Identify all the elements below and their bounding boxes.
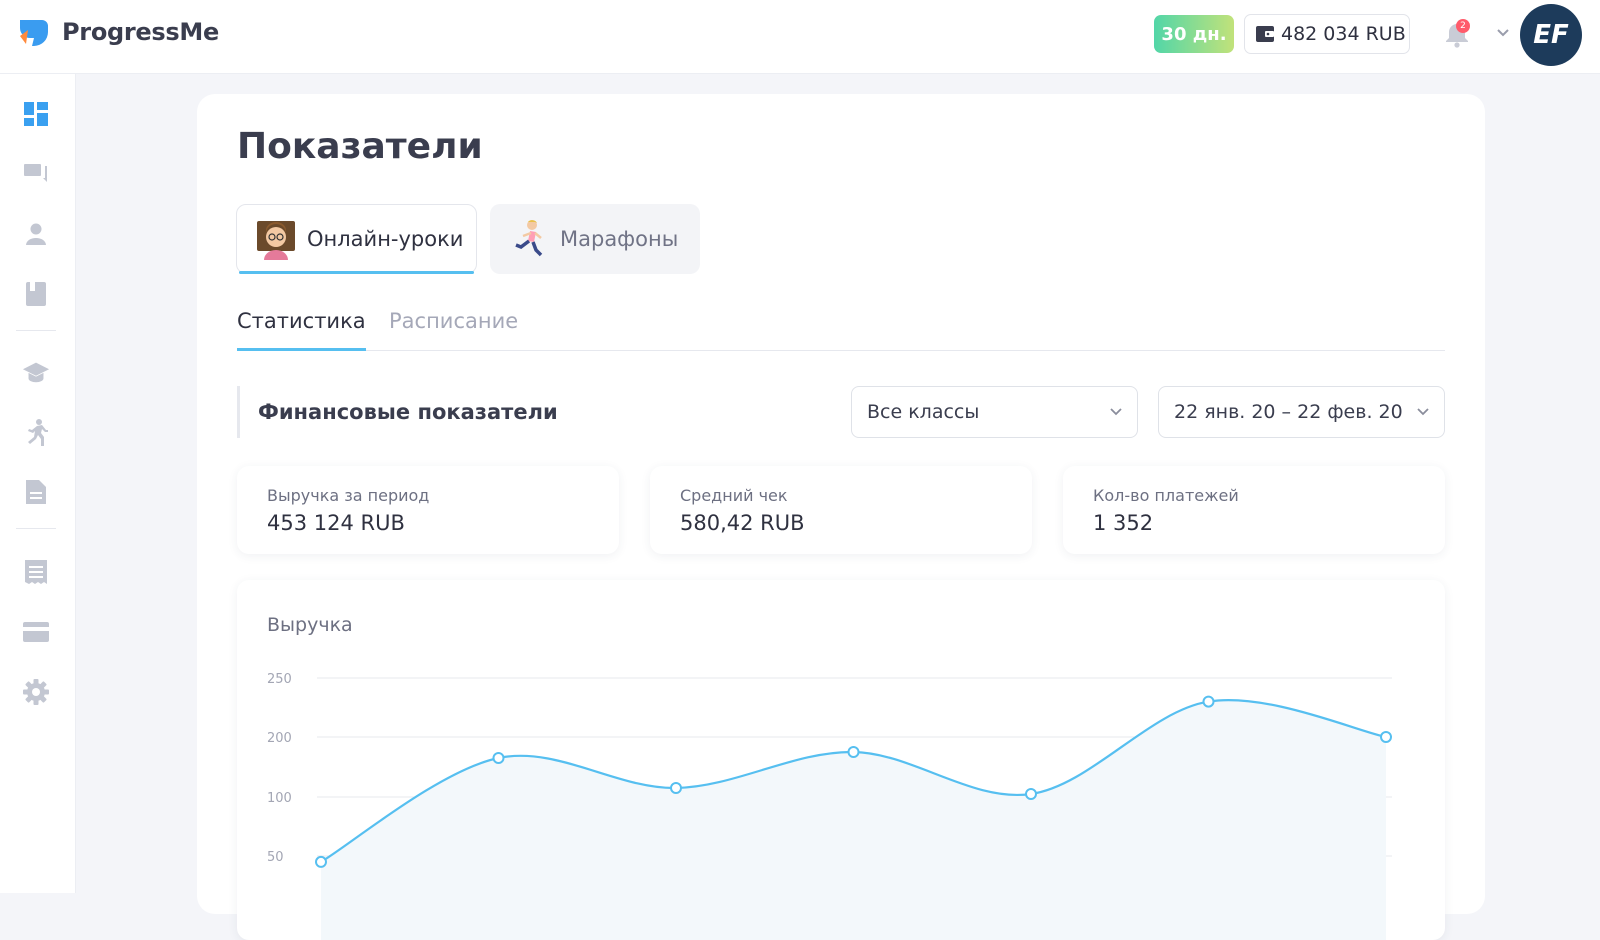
date-range-value: 22 янв. 20 – 22 фев. 20 — [1174, 401, 1403, 423]
date-range-select[interactable]: 22 янв. 20 – 22 фев. 20 — [1158, 386, 1445, 438]
runner-emoji-icon — [515, 220, 543, 257]
runner-icon[interactable] — [22, 418, 50, 446]
chart-data-point[interactable] — [492, 752, 505, 764]
chevron-down-icon[interactable] — [1496, 28, 1510, 38]
stat-value: 580,42 RUB — [680, 511, 805, 535]
class-filter-select[interactable]: Все классы — [851, 386, 1138, 438]
stat-value: 1 352 — [1093, 511, 1154, 535]
chart-data-point[interactable] — [1025, 788, 1037, 800]
chart-data-point[interactable] — [670, 782, 682, 794]
avatar[interactable]: EF — [1520, 4, 1582, 66]
stat-value: 453 124 RUB — [267, 511, 405, 535]
balance-button[interactable]: 482 034 RUB — [1244, 14, 1410, 54]
tab-marathons[interactable]: Марафоны — [490, 204, 700, 274]
app-name: ProgressMe — [62, 18, 219, 46]
sidebar-divider — [16, 330, 56, 331]
main-card: Показатели Онлайн-уроки Марафоны Статист… — [197, 94, 1485, 940]
teacher-emoji-icon — [257, 221, 295, 260]
page-title: Показатели — [237, 126, 483, 167]
chart-data-point[interactable] — [1202, 695, 1215, 708]
chart-data-point[interactable] — [1380, 731, 1392, 743]
chevron-down-icon — [1417, 408, 1429, 416]
section-title: Финансовые показатели — [237, 386, 558, 438]
receipt-icon[interactable] — [22, 558, 50, 586]
sidebar-divider — [16, 528, 56, 529]
revenue-chart-card: Выручка 250 200 100 50 — [237, 580, 1445, 940]
tab-schedule[interactable]: Расписание — [389, 309, 518, 333]
card-icon[interactable] — [22, 618, 50, 646]
top-bar: ProgressMe 30 дн. 482 034 RUB 2 EF — [0, 0, 1600, 74]
tab-online-lessons-label: Онлайн-уроки — [307, 227, 464, 251]
tab-online-lessons[interactable]: Онлайн-уроки — [236, 204, 477, 274]
trial-badge[interactable]: 30 дн. — [1154, 15, 1234, 53]
tab-marathons-label: Марафоны — [560, 227, 679, 251]
y-tick-label: 50 — [267, 850, 284, 865]
sidebar — [0, 74, 76, 893]
y-tick-label: 100 — [267, 791, 292, 806]
user-icon[interactable] — [22, 220, 50, 248]
gear-icon[interactable] — [22, 678, 50, 706]
chart-area-fill — [321, 700, 1386, 940]
graduation-cap-icon[interactable] — [22, 358, 50, 386]
chevron-down-icon — [1110, 408, 1122, 416]
stat-card-average-check: Средний чек 580,42 RUB — [650, 466, 1032, 554]
class-filter-value: Все классы — [867, 401, 980, 423]
tab-statistics[interactable]: Статистика — [237, 309, 366, 351]
book-icon[interactable] — [22, 280, 50, 308]
logo-mark-icon — [20, 20, 48, 46]
chat-icon[interactable] — [22, 160, 50, 188]
stat-label: Кол-во платежей — [1093, 486, 1239, 505]
sub-tabs: Статистика Расписание — [237, 309, 1445, 351]
dashboard-icon[interactable] — [22, 100, 50, 128]
chart-data-point[interactable] — [847, 746, 860, 758]
logo[interactable]: ProgressMe — [16, 14, 219, 50]
stat-label: Выручка за период — [267, 486, 430, 505]
y-tick-label: 200 — [267, 731, 292, 746]
document-icon[interactable] — [22, 478, 50, 506]
stat-card-payments-count: Кол-во платежей 1 352 — [1063, 466, 1445, 554]
stat-card-revenue: Выручка за период 453 124 RUB — [237, 466, 619, 554]
notification-badge: 2 — [1456, 19, 1470, 33]
chart-data-point[interactable] — [315, 855, 327, 868]
y-tick-label: 250 — [267, 672, 292, 687]
balance-value: 482 034 RUB — [1281, 23, 1406, 45]
wallet-icon — [1256, 26, 1274, 42]
revenue-chart: 250 200 100 50 — [267, 672, 1392, 940]
stat-label: Средний чек — [680, 486, 788, 505]
